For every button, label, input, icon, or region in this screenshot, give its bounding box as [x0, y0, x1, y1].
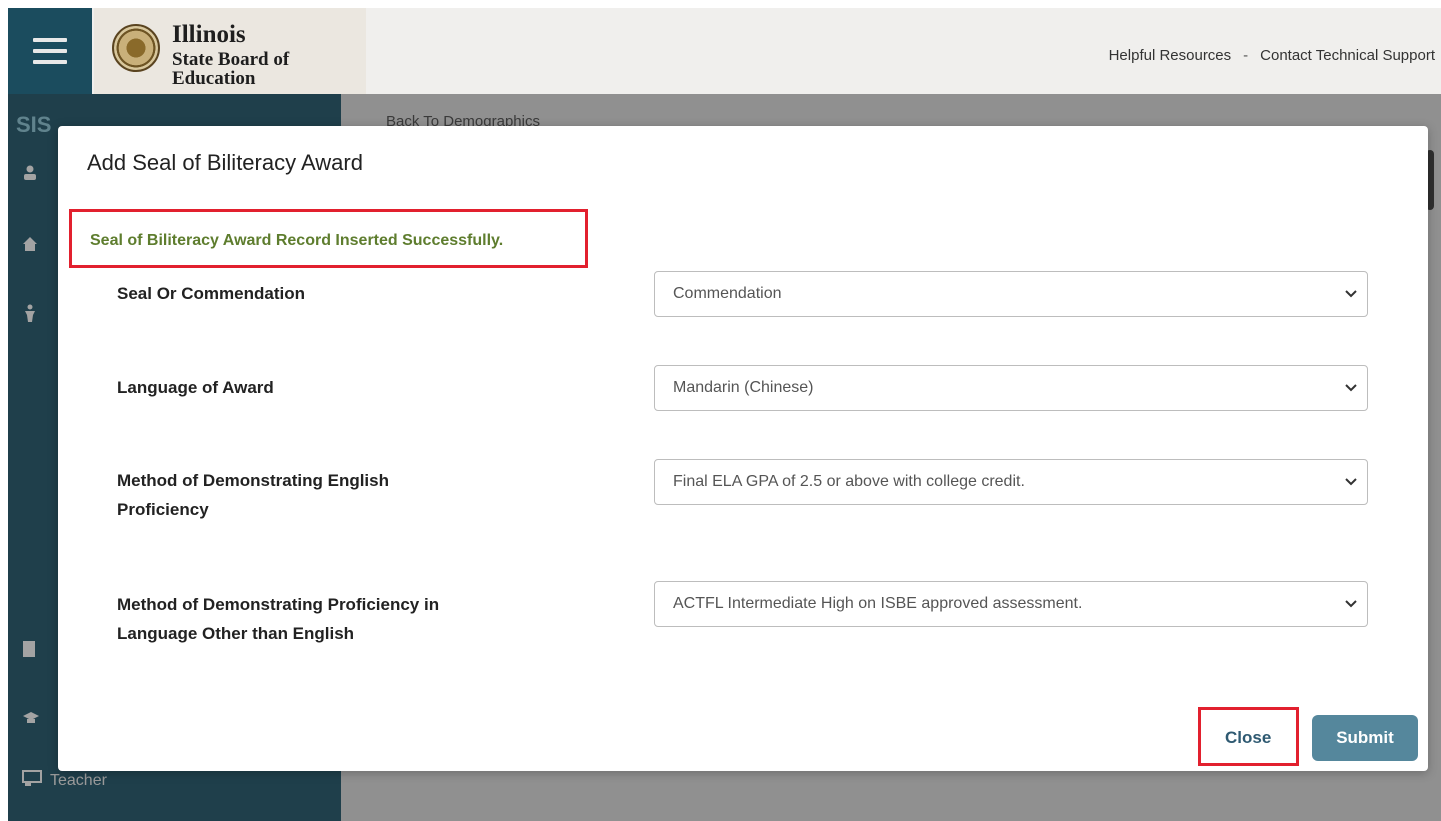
- modal-title: Add Seal of Biliteracy Award: [87, 150, 363, 175]
- helpful-resources-link[interactable]: Helpful Resources: [1109, 47, 1232, 64]
- chevron-down-icon: [1345, 366, 1357, 410]
- state-seal-logo: [112, 24, 160, 72]
- close-highlight: Close: [1198, 707, 1299, 766]
- menu-icon[interactable]: [8, 8, 92, 94]
- other-language-proficiency-method-label: Method of Demonstrating Proficiency in L…: [117, 595, 440, 643]
- add-seal-modal: Add Seal of Biliteracy Award Seal of Bil…: [58, 126, 1428, 771]
- seal-or-commendation-label: Seal Or Commendation: [117, 284, 305, 303]
- link-separator: -: [1243, 47, 1249, 64]
- logo-subtitle: State Board of Education: [172, 49, 290, 89]
- chevron-down-icon: [1345, 582, 1357, 626]
- select-value: Final ELA GPA of 2.5 or above with colle…: [673, 473, 1025, 490]
- select-value: Commendation: [673, 285, 782, 302]
- header-links: Helpful Resources - Contact Technical Su…: [1109, 47, 1435, 64]
- chevron-down-icon: [1345, 460, 1357, 504]
- success-alert: Seal of Biliteracy Award Record Inserted…: [69, 209, 588, 268]
- isbe-logo[interactable]: Illinois State Board of Education: [94, 8, 366, 94]
- contact-support-link[interactable]: Contact Technical Support: [1260, 47, 1435, 64]
- close-button[interactable]: Close: [1225, 728, 1271, 748]
- language-of-award-select[interactable]: Mandarin (Chinese): [654, 365, 1368, 411]
- submit-button[interactable]: Submit: [1312, 715, 1418, 761]
- success-message: Seal of Biliteracy Award Record Inserted…: [90, 232, 504, 249]
- language-of-award-label: Language of Award: [117, 378, 274, 397]
- logo-title: Illinois: [172, 21, 246, 48]
- select-value: Mandarin (Chinese): [673, 379, 814, 396]
- seal-or-commendation-select[interactable]: Commendation: [654, 271, 1368, 317]
- chevron-down-icon: [1345, 272, 1357, 316]
- select-value: ACTFL Intermediate High on ISBE approved…: [673, 595, 1083, 612]
- english-proficiency-method-select[interactable]: Final ELA GPA of 2.5 or above with colle…: [654, 459, 1368, 505]
- english-proficiency-method-label: Method of Demonstrating English Proficie…: [117, 471, 389, 519]
- other-language-proficiency-method-select[interactable]: ACTFL Intermediate High on ISBE approved…: [654, 581, 1368, 627]
